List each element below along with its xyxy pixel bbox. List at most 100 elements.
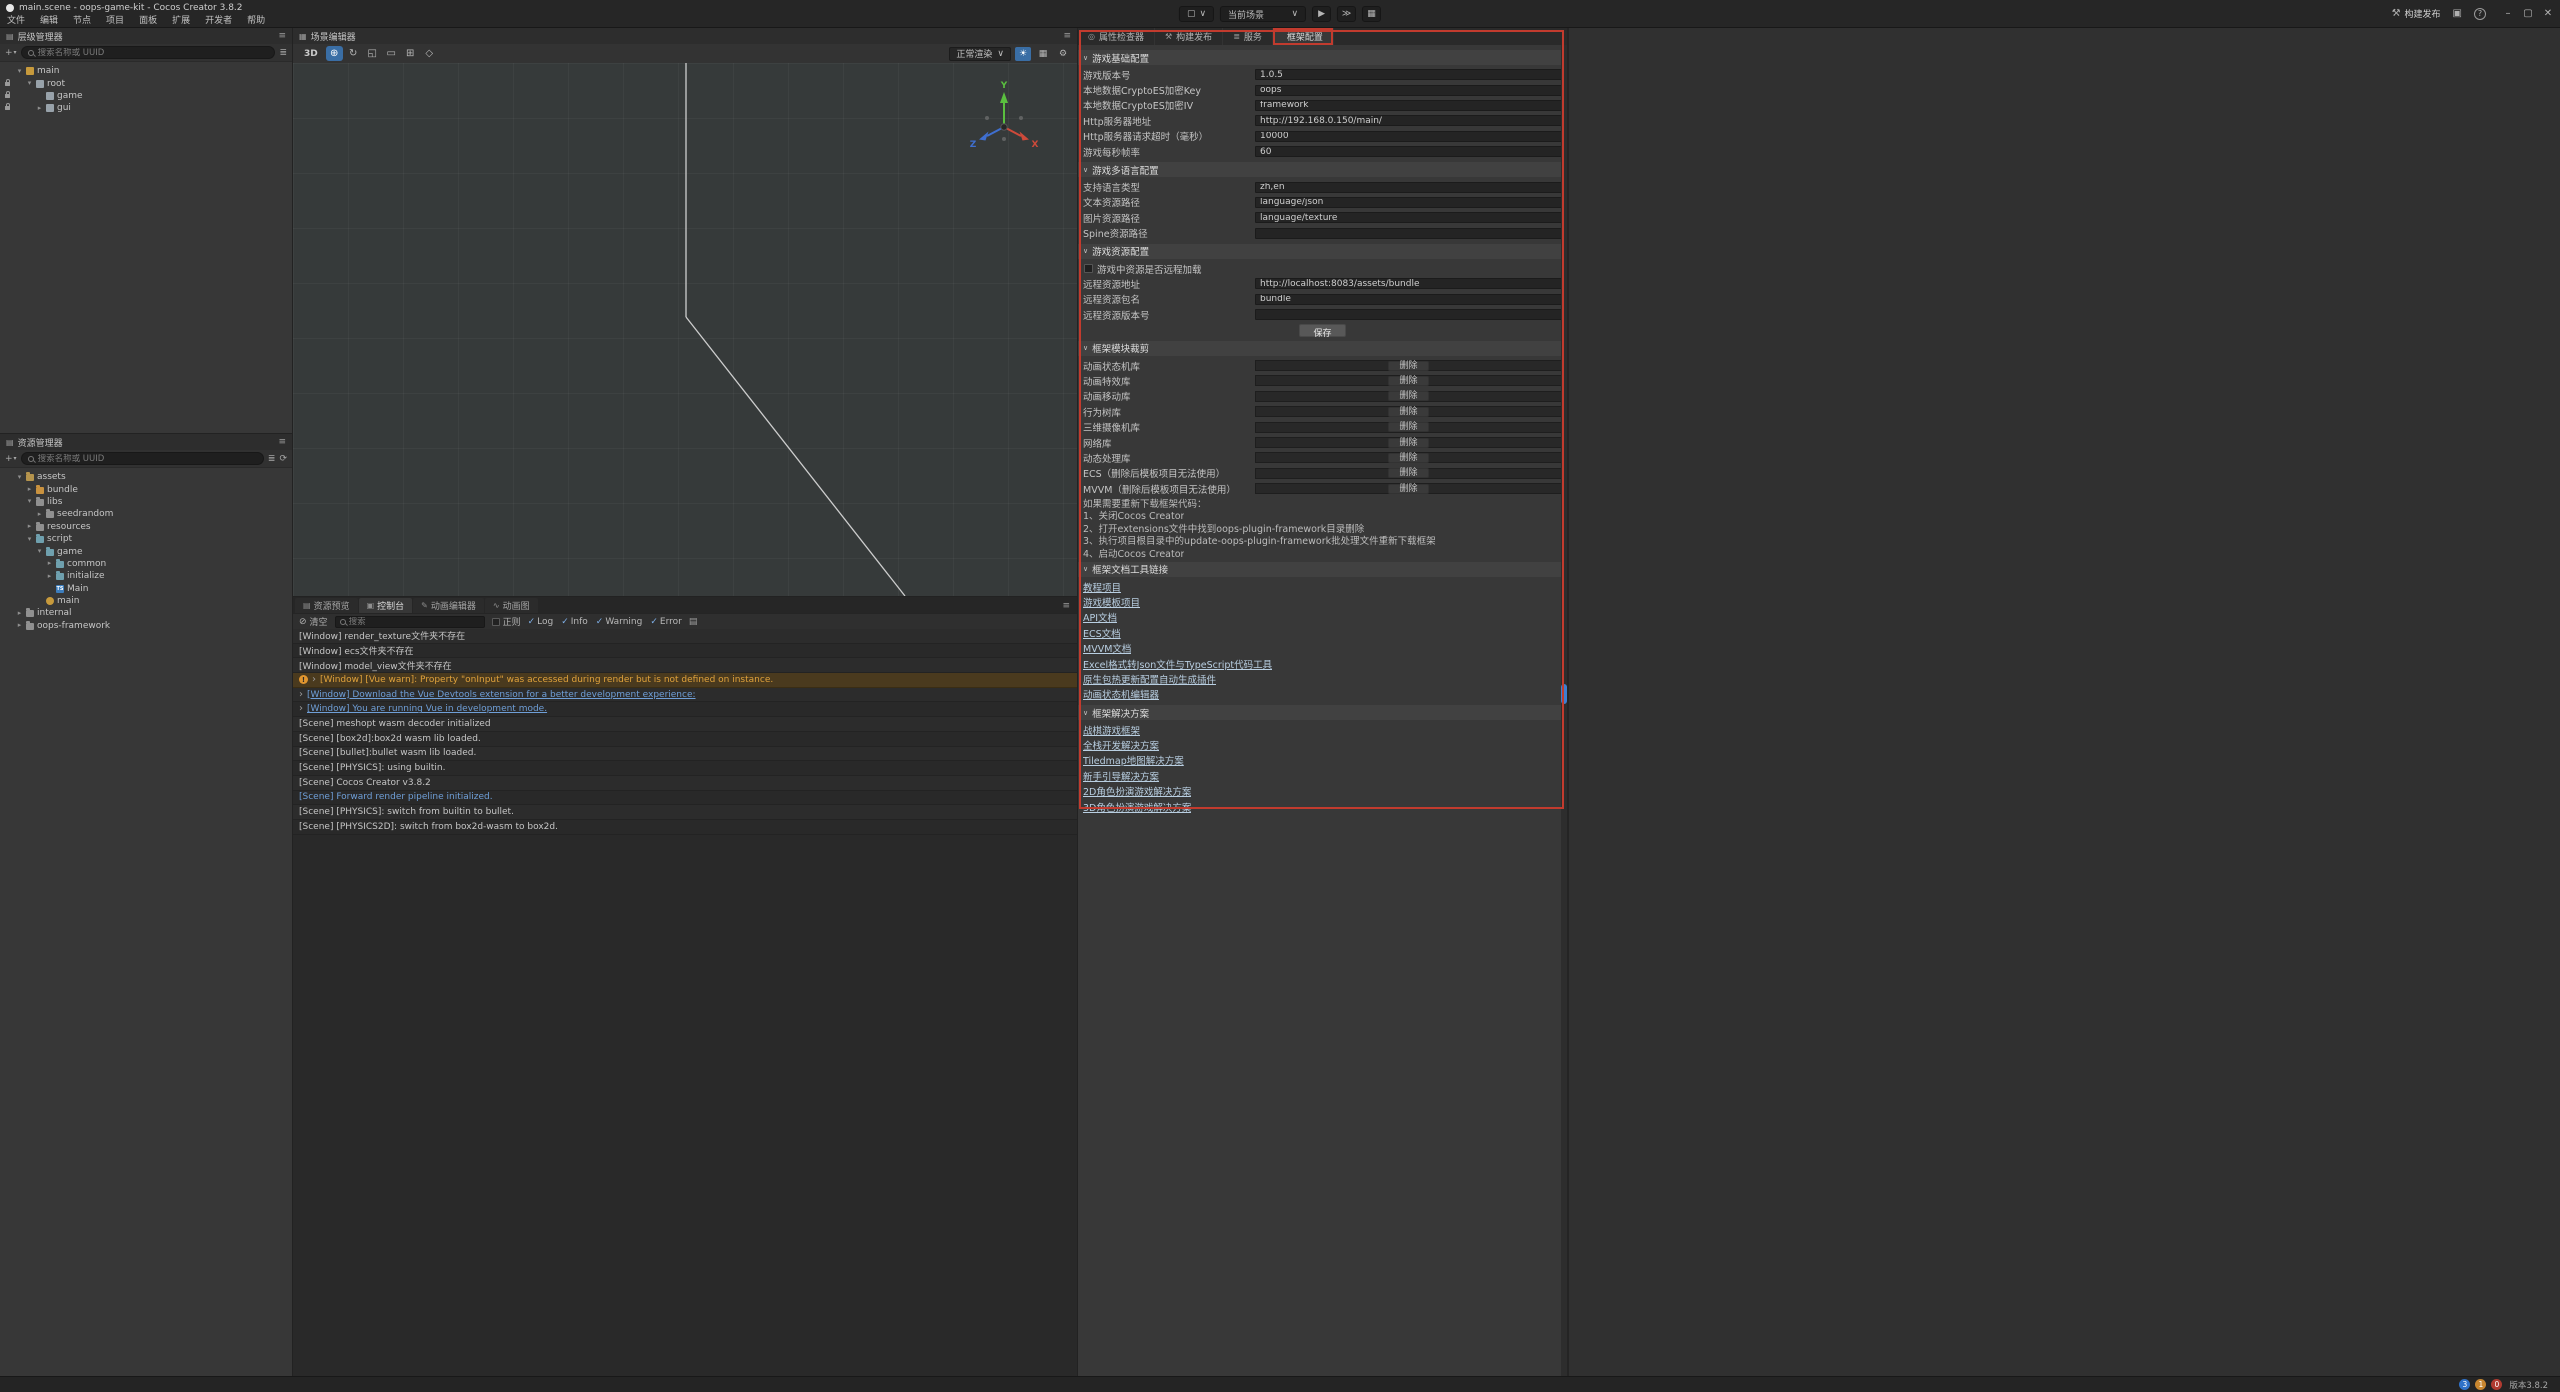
inspector-tab[interactable]: 属性检查器 — [1078, 28, 1155, 45]
scene-tool-button[interactable] — [326, 46, 343, 61]
console-log-row[interactable]: ! › [Window] [Vue warn]: Property "onInp… — [293, 673, 1077, 688]
inspector-row[interactable]: ∨ 4、启动Cocos Creator 4、启动Cocos Creator — [1078, 546, 1567, 559]
row-input[interactable]: 10000 — [1255, 131, 1562, 142]
row-input[interactable]: zh,en — [1255, 182, 1562, 193]
console-log-row[interactable]: ! [Scene] [PHYSICS2D]: switch from box2d… — [293, 820, 1077, 835]
asset-node[interactable]: initialize — [0, 570, 292, 582]
tree-expander-icon[interactable] — [26, 80, 33, 87]
lock-icon[interactable] — [5, 94, 10, 98]
message-count-badge[interactable]: 1 — [2475, 1379, 2486, 1390]
menu-item[interactable]: 文件 — [7, 13, 25, 26]
console-clear-button[interactable]: ⊘清空 — [299, 615, 328, 628]
inspector-row[interactable]: ∨ 本地数据CryptoES加密IV framework 本地数据CryptoE… — [1078, 98, 1567, 113]
inspector-scrollbar[interactable] — [1561, 45, 1567, 1376]
tree-expander-icon[interactable] — [16, 68, 23, 75]
close-button[interactable]: ✕ — [2538, 0, 2558, 28]
console-search[interactable] — [335, 616, 485, 628]
inspector-row[interactable]: ∨ MVVM文档 MVVM文档 — [1078, 640, 1567, 655]
inspector-row[interactable]: ∨ Http服务器地址 http://192.168.0.150/main/ H… — [1078, 113, 1567, 128]
message-count-badge[interactable]: 3 — [2459, 1379, 2470, 1390]
scene-settings-icon[interactable]: ⚙ — [1055, 47, 1071, 61]
console-log-row[interactable]: ! [Window] render_texture文件夹不存在 — [293, 629, 1077, 644]
current-scene-dropdown[interactable]: 当前场景∨ — [1220, 6, 1306, 22]
asset-node[interactable]: oops-framework — [0, 620, 292, 632]
log-filter-checkbox[interactable]: ✓ Log — [528, 617, 554, 627]
inspector-row[interactable]: ∨ 如果需要重新下载框架代码： 如果需要重新下载框架代码： — [1078, 496, 1567, 509]
section-chevron-icon[interactable]: ∨ — [1083, 247, 1088, 255]
log-filter-checkbox[interactable]: ✓ Error — [650, 617, 681, 627]
inspector-row[interactable]: ∨ 新手引导解决方案 新手引导解决方案 — [1078, 768, 1567, 783]
inspector-row[interactable]: ∨ 三维摄像机库 删除 三维摄像机库 — [1078, 419, 1567, 434]
tree-expander-icon[interactable] — [26, 486, 33, 493]
help-icon[interactable]: ? — [2474, 8, 2486, 20]
asset-node[interactable]: libs — [0, 496, 292, 508]
row-input[interactable]: framework — [1255, 100, 1562, 111]
hierarchy-node[interactable]: game — [0, 90, 292, 102]
inspector-row[interactable]: ∨ 游戏中资源是否远程加载 游戏中资源是否远程加载 — [1078, 261, 1567, 276]
console-log-row[interactable]: ! [Scene] [PHYSICS]: using builtin. — [293, 761, 1077, 776]
tree-expander-icon[interactable] — [36, 548, 43, 555]
delete-button[interactable]: 删除 — [1388, 391, 1428, 401]
inspector-row[interactable]: ∨ 游戏版本号 1.0.5 游戏版本号 — [1078, 67, 1567, 82]
inspector-row[interactable]: ∨ 动画状态机库 删除 动画状态机库 — [1078, 358, 1567, 373]
save-button[interactable]: 保存 — [1299, 324, 1345, 337]
add-node-button[interactable]: +▾ — [5, 48, 17, 58]
tree-expander-icon[interactable] — [26, 523, 33, 530]
inspector-row[interactable]: ∨ 行为树库 删除 行为树库 — [1078, 404, 1567, 419]
tree-expander-icon[interactable] — [16, 610, 23, 617]
regex-checkbox[interactable] — [492, 618, 500, 626]
hierarchy-node[interactable]: gui — [0, 102, 292, 114]
inspector-tab[interactable]: 服务 — [1223, 28, 1273, 45]
assets-search[interactable] — [21, 452, 264, 465]
scene-menu-icon[interactable]: ≡ — [1063, 31, 1071, 41]
inspector-row[interactable]: ∨ API文档 API文档 — [1078, 610, 1567, 625]
inspector-row[interactable]: ∨ Excel格式转Json文件与TypeScript代码工具 Excel格式转… — [1078, 656, 1567, 671]
inspector-row[interactable]: ∨ 游戏资源配置 游戏资源配置 — [1078, 244, 1567, 259]
tree-expander-icon[interactable] — [16, 474, 23, 481]
assets-search-input[interactable] — [38, 454, 257, 464]
delete-button[interactable]: 删除 — [1388, 453, 1428, 463]
row-input[interactable]: oops — [1255, 85, 1562, 96]
log-expander-icon[interactable]: › — [312, 675, 316, 685]
refresh-icon[interactable]: ⟳ — [279, 454, 287, 464]
inspector-row[interactable]: ∨ 游戏基础配置 游戏基础配置 — [1078, 50, 1567, 65]
inspector-row[interactable]: ∨ MVVM（删除后模板项目无法使用） 删除 MVVM（删除后模板项目无法使用） — [1078, 481, 1567, 496]
inspector-row[interactable]: ∨ 文本资源路径 language/json 文本资源路径 — [1078, 195, 1567, 210]
menu-item[interactable]: 项目 — [106, 13, 124, 26]
scene-grid-toggle[interactable]: ▦ — [1035, 47, 1051, 61]
tree-expander-icon[interactable] — [16, 622, 23, 629]
console-log-row[interactable]: ! [Scene] [box2d]:box2d wasm lib loaded. — [293, 732, 1077, 747]
console-log-row[interactable]: ! [Window] model_view文件夹不存在 — [293, 658, 1077, 673]
inspector-row[interactable]: ∨ 游戏多语言配置 游戏多语言配置 — [1078, 162, 1567, 177]
tree-expander-icon[interactable] — [26, 498, 33, 505]
play-button[interactable]: ▶ — [1312, 6, 1331, 22]
inspector-row[interactable]: ∨ 动画移动库 删除 动画移动库 — [1078, 389, 1567, 404]
log-filter-checkbox[interactable]: ✓ Info — [561, 617, 588, 627]
console-menu-icon[interactable]: ≡ — [1062, 601, 1075, 613]
asset-node[interactable]: resources — [0, 521, 292, 533]
console-search-input[interactable] — [349, 617, 480, 627]
log-filter-checkbox[interactable]: ✓ Warning — [596, 617, 643, 627]
log-expander-icon[interactable]: › — [299, 690, 303, 700]
inspector-row[interactable]: ∨ 3D角色扮演游戏解决方案 3D角色扮演游戏解决方案 — [1078, 799, 1567, 814]
inspector-row[interactable]: ∨ 框架模块裁剪 框架模块裁剪 — [1078, 341, 1567, 356]
console-log-row[interactable]: ! [Scene] meshopt wasm decoder initializ… — [293, 717, 1077, 732]
console-tab[interactable]: 控制台 — [359, 598, 413, 613]
scene-tool-button[interactable] — [364, 46, 381, 61]
inspector-row[interactable]: ∨ 全栈开发解决方案 全栈开发解决方案 — [1078, 737, 1567, 752]
assets-menu-icon[interactable]: ≡ — [278, 437, 286, 447]
inspector-row[interactable]: ∨ 支持语言类型 zh,en 支持语言类型 — [1078, 179, 1567, 194]
inspector-row[interactable]: ∨ 2D角色扮演游戏解决方案 2D角色扮演游戏解决方案 — [1078, 784, 1567, 799]
inspector-row[interactable]: ∨ 动态处理库 删除 动态处理库 — [1078, 450, 1567, 465]
inspector-row[interactable]: ∨ 1、关闭Cocos Creator 1、关闭Cocos Creator — [1078, 509, 1567, 522]
asset-node[interactable]: internal — [0, 607, 292, 619]
menu-item[interactable]: 开发者 — [205, 13, 232, 26]
console-log-row[interactable]: ! [Scene] Cocos Creator v3.8.2 — [293, 776, 1077, 791]
row-input[interactable]: http://192.168.0.150/main/ — [1255, 115, 1562, 126]
hierarchy-menu-icon[interactable]: ≡ — [278, 31, 286, 41]
inspector-row[interactable]: ∨ 2、打开extensions文件中找到oops-plugin-framewo… — [1078, 521, 1567, 534]
inspector-row[interactable]: ∨ 原生包热更新配置自动生成插件 原生包热更新配置自动生成插件 — [1078, 671, 1567, 686]
menu-item[interactable]: 编辑 — [40, 13, 58, 26]
remote-load-checkbox[interactable] — [1084, 264, 1093, 273]
asset-node[interactable]: common — [0, 558, 292, 570]
